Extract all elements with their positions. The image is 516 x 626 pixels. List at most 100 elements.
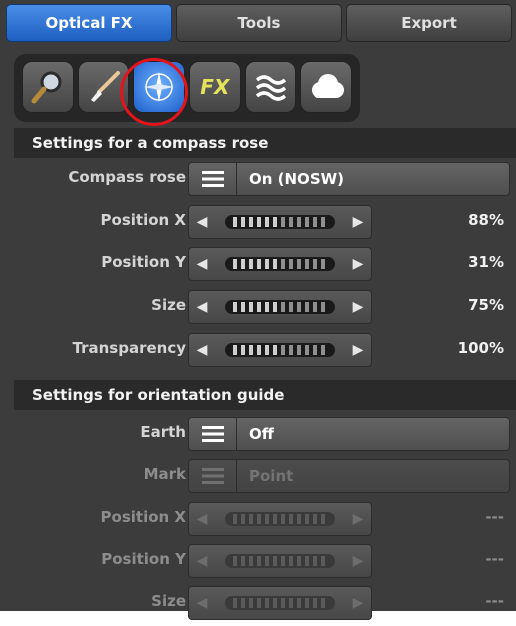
slider-rib (313, 302, 317, 312)
fx-tool-button[interactable]: FX (189, 61, 241, 113)
slider-rib (297, 514, 301, 524)
slider-rib (273, 556, 277, 566)
earth-label: Earth (140, 423, 186, 441)
slider-rib (241, 302, 245, 312)
transparency-slider[interactable]: ◀ ▶ (188, 333, 372, 367)
size-label: Size (151, 296, 186, 314)
slider-rib (321, 217, 325, 227)
decrease-arrow-icon[interactable]: ◀ (189, 545, 215, 577)
position-x-slider[interactable]: ◀ ▶ (188, 205, 372, 239)
mark-value: Point (249, 467, 294, 485)
slider-rib (273, 514, 277, 524)
slider-rib (297, 345, 301, 355)
slider-rib (313, 514, 317, 524)
slider-ribs (225, 257, 335, 271)
size-value: --- (485, 592, 504, 610)
slider-rib (289, 556, 293, 566)
slider-track[interactable] (215, 341, 345, 359)
size-slider[interactable]: ◀ ▶ (188, 290, 372, 324)
menu-icon (189, 418, 237, 450)
increase-arrow-icon[interactable]: ▶ (345, 545, 371, 577)
slider-rib (249, 345, 253, 355)
slider-rib (321, 259, 325, 269)
slider-rib (297, 556, 301, 566)
slider-track[interactable] (215, 213, 345, 231)
decrease-arrow-icon[interactable]: ◀ (189, 503, 215, 535)
decrease-arrow-icon[interactable]: ◀ (189, 248, 215, 280)
slider-track[interactable] (215, 510, 345, 528)
slider-rib (305, 345, 309, 355)
slider-track[interactable] (215, 298, 345, 316)
decrease-arrow-icon[interactable]: ◀ (189, 587, 215, 619)
slider-rib (233, 514, 237, 524)
slider-ribs (225, 512, 335, 526)
position-x-row: Position X ◀ ▶ 88% (14, 203, 516, 245)
slider-rib (305, 598, 309, 608)
earth-select[interactable]: Off (188, 417, 510, 451)
slider-rib (233, 345, 237, 355)
increase-arrow-icon[interactable]: ▶ (345, 587, 371, 619)
cloud-tool-button[interactable] (300, 61, 353, 113)
slider-rib (233, 302, 237, 312)
increase-arrow-icon[interactable]: ▶ (345, 334, 371, 366)
slider-rib (265, 514, 269, 524)
slider-rib (249, 514, 253, 524)
decrease-arrow-icon[interactable]: ◀ (189, 206, 215, 238)
slider-rib (313, 259, 317, 269)
compass-rose-select[interactable]: On (NOSW) (188, 162, 510, 196)
tab-optical-fx[interactable]: Optical FX (6, 4, 172, 42)
slider-rib (257, 345, 261, 355)
slider-track[interactable] (215, 552, 345, 570)
position-y-label: Position Y (101, 253, 186, 271)
slider-rib (249, 302, 253, 312)
slider-rib (297, 217, 301, 227)
increase-arrow-icon[interactable]: ▶ (345, 206, 371, 238)
slider-rib (233, 259, 237, 269)
slider-rib (321, 556, 325, 566)
slider-rib (273, 302, 277, 312)
slider-track[interactable] (215, 594, 345, 612)
slider-rib (257, 556, 261, 566)
slider-rib (249, 217, 253, 227)
slider-rib (265, 302, 269, 312)
slider-rib (289, 598, 293, 608)
tab-tools[interactable]: Tools (176, 4, 342, 42)
slider-ribs (225, 215, 335, 229)
orientation-position-x-slider[interactable]: ◀ ▶ (188, 502, 372, 536)
position-y-slider[interactable]: ◀ ▶ (188, 247, 372, 281)
slider-track[interactable] (215, 255, 345, 273)
slider-rib (281, 598, 285, 608)
magnifier-icon (31, 71, 62, 104)
decrease-arrow-icon[interactable]: ◀ (189, 291, 215, 323)
slider-rib (241, 556, 245, 566)
increase-arrow-icon[interactable]: ▶ (345, 248, 371, 280)
waves-tool-button[interactable] (244, 61, 297, 113)
menu-icon (189, 163, 237, 195)
slider-rib (305, 217, 309, 227)
decrease-arrow-icon[interactable]: ◀ (189, 334, 215, 366)
increase-arrow-icon[interactable]: ▶ (345, 291, 371, 323)
slider-rib (249, 259, 253, 269)
increase-arrow-icon[interactable]: ▶ (345, 503, 371, 535)
mark-select[interactable]: Point (188, 459, 510, 493)
slider-rib (241, 259, 245, 269)
slider-rib (313, 345, 317, 355)
position-x-label: Position X (100, 211, 186, 229)
slider-rib (289, 302, 293, 312)
slider-rib (321, 345, 325, 355)
tab-export[interactable]: Export (346, 4, 512, 42)
orientation-size-slider[interactable]: ◀ ▶ (188, 586, 372, 620)
slider-rib (257, 302, 261, 312)
slider-rib (289, 259, 293, 269)
slider-rib (313, 598, 317, 608)
orientation-position-y-slider[interactable]: ◀ ▶ (188, 544, 372, 578)
slider-rib (273, 598, 277, 608)
magnifier-tool-button[interactable] (22, 61, 74, 113)
slider-rib (313, 217, 317, 227)
menu-icon (189, 460, 237, 492)
tab-bar: Optical FX Tools Export (6, 4, 512, 44)
position-y-value: --- (485, 550, 504, 568)
position-x-value: 88% (468, 211, 504, 229)
slider-rib (257, 598, 261, 608)
slider-rib (297, 302, 301, 312)
